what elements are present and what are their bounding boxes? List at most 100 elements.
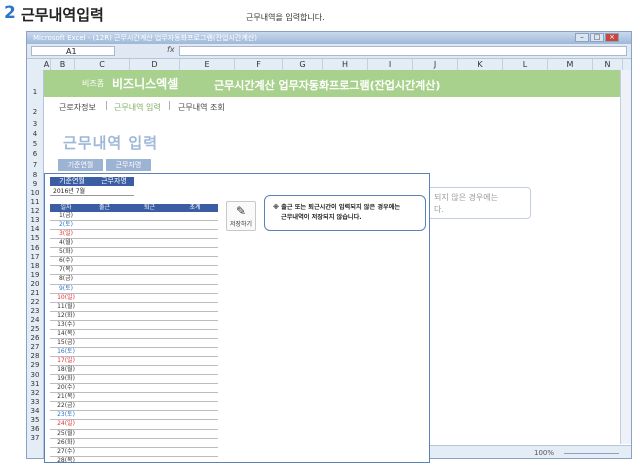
- tab-worker-info[interactable]: 근로자정보: [59, 102, 96, 113]
- row-header-18[interactable]: 18: [27, 262, 43, 270]
- row-header-25[interactable]: 25: [27, 325, 43, 333]
- row-header-36[interactable]: 36: [27, 425, 43, 433]
- column-header-e[interactable]: E: [180, 59, 235, 70]
- row-header-34[interactable]: 34: [27, 407, 43, 415]
- table-row[interactable]: 16(토): [50, 348, 218, 357]
- zoom-slider[interactable]: [564, 453, 619, 454]
- row-header-20[interactable]: 20: [27, 280, 43, 288]
- row-header-23[interactable]: 23: [27, 307, 43, 315]
- table-row[interactable]: 27(수): [50, 448, 218, 457]
- row-header-22[interactable]: 22: [27, 298, 43, 306]
- table-row[interactable]: 13(수): [50, 321, 218, 330]
- row-header-24[interactable]: 24: [27, 316, 43, 324]
- row-header-30[interactable]: 30: [27, 371, 43, 379]
- row-header-27[interactable]: 27: [27, 343, 43, 351]
- column-header-d[interactable]: D: [130, 59, 180, 70]
- table-row[interactable]: 24(일): [50, 420, 218, 430]
- row-header-33[interactable]: 33: [27, 398, 43, 406]
- row-header-29[interactable]: 29: [27, 361, 43, 369]
- row-header-14[interactable]: 14: [27, 225, 43, 233]
- row-header-26[interactable]: 26: [27, 334, 43, 342]
- column-header-k[interactable]: K: [458, 59, 503, 70]
- table-row[interactable]: 22(금): [50, 402, 218, 412]
- maximize-button[interactable]: □: [590, 33, 604, 42]
- row-header-31[interactable]: 31: [27, 380, 43, 388]
- row-header-28[interactable]: 28: [27, 352, 43, 360]
- minimize-button[interactable]: –: [575, 33, 589, 42]
- row-header-35[interactable]: 35: [27, 416, 43, 424]
- table-row[interactable]: 4(월): [50, 239, 218, 249]
- table-row[interactable]: 25(월): [50, 430, 218, 439]
- table-row[interactable]: 14(목): [50, 330, 218, 339]
- table-row[interactable]: 23(토): [50, 411, 218, 421]
- col-total: 초계: [189, 204, 201, 211]
- table-row[interactable]: 9(토): [50, 285, 218, 294]
- row-header-32[interactable]: 32: [27, 389, 43, 397]
- row-header-13[interactable]: 13: [27, 216, 43, 224]
- table-row[interactable]: 21(목): [50, 393, 218, 403]
- row-header-5[interactable]: 5: [27, 140, 43, 148]
- column-header-a[interactable]: A: [43, 59, 51, 70]
- section-number: 2: [4, 3, 16, 23]
- column-header-l[interactable]: L: [503, 59, 548, 70]
- row-header-10[interactable]: 10: [27, 189, 43, 197]
- tab-work-view[interactable]: 근무내역 조회: [178, 102, 225, 113]
- day-rows: 1(금) 2(토) 3(일) 4(월) 5(화) 6(수) 7(목) 8(금) 9(토) 10(일…: [50, 212, 218, 462]
- column-header-c[interactable]: C: [75, 59, 130, 70]
- period-value[interactable]: 2016년 7월: [50, 187, 134, 196]
- column-header-j[interactable]: J: [413, 59, 458, 70]
- table-row[interactable]: 28(목): [50, 457, 218, 462]
- tab-work-input[interactable]: 근무내역 입력: [114, 102, 161, 113]
- name-box[interactable]: A1: [31, 46, 115, 56]
- table-row[interactable]: 17(일): [50, 357, 218, 367]
- table-row[interactable]: 18(월): [50, 366, 218, 376]
- table-row[interactable]: 20(수): [50, 384, 218, 394]
- row-header-37[interactable]: 37: [27, 434, 43, 442]
- row-header-4[interactable]: 4: [27, 130, 43, 138]
- column-header-h[interactable]: H: [323, 59, 368, 70]
- column-header-f[interactable]: F: [235, 59, 283, 70]
- column-header-g[interactable]: G: [283, 59, 323, 70]
- table-row[interactable]: 7(목): [50, 266, 218, 276]
- table-row[interactable]: 3(일): [50, 230, 218, 240]
- close-button[interactable]: ×: [605, 33, 619, 42]
- notice-line-1: ※ 출근 또는 퇴근시간이 입력되지 않은 경우에는: [273, 204, 401, 211]
- table-row[interactable]: 26(화): [50, 439, 218, 448]
- column-header-n[interactable]: N: [593, 59, 623, 70]
- row-header-1[interactable]: 1: [27, 88, 43, 96]
- worker-button[interactable]: 근무자명: [106, 159, 151, 171]
- table-row[interactable]: 6(수): [50, 257, 218, 267]
- table-row[interactable]: 11(월): [50, 303, 218, 312]
- function-icon[interactable]: fx: [167, 45, 175, 54]
- table-row[interactable]: 2(토): [50, 221, 218, 231]
- table-row[interactable]: 5(화): [50, 248, 218, 258]
- table-row[interactable]: 12(화): [50, 312, 218, 321]
- row-header-8[interactable]: 8: [27, 171, 43, 179]
- row-header-3[interactable]: 3: [27, 120, 43, 128]
- vertical-scrollbar[interactable]: [620, 70, 631, 444]
- period-button[interactable]: 기준연월: [58, 159, 103, 171]
- row-header-16[interactable]: 16: [27, 244, 43, 252]
- row-header-2[interactable]: 2: [27, 108, 43, 116]
- formula-input[interactable]: [179, 46, 627, 56]
- row-header-6[interactable]: 6: [27, 150, 43, 158]
- row-header-11[interactable]: 11: [27, 198, 43, 206]
- row-header-19[interactable]: 19: [27, 271, 43, 279]
- row-header-15[interactable]: 15: [27, 234, 43, 242]
- row-header-9[interactable]: 9: [27, 180, 43, 188]
- table-row[interactable]: 8(금): [50, 275, 218, 285]
- table-row[interactable]: 10(일): [50, 294, 218, 303]
- day-label: 5(화): [58, 248, 74, 256]
- table-row[interactable]: 1(금): [50, 212, 218, 222]
- column-header-i[interactable]: I: [368, 59, 413, 70]
- table-row[interactable]: 15(금): [50, 339, 218, 348]
- table-row[interactable]: 19(화): [50, 375, 218, 385]
- column-header-b[interactable]: B: [51, 59, 75, 70]
- row-header-12[interactable]: 12: [27, 207, 43, 215]
- row-header-7[interactable]: 7: [27, 161, 43, 169]
- row-header-17[interactable]: 17: [27, 253, 43, 261]
- section-title: 근무내역입력: [21, 6, 104, 24]
- row-header-21[interactable]: 21: [27, 289, 43, 297]
- column-header-m[interactable]: M: [548, 59, 593, 70]
- save-button[interactable]: ✎ 저장하기: [226, 201, 256, 231]
